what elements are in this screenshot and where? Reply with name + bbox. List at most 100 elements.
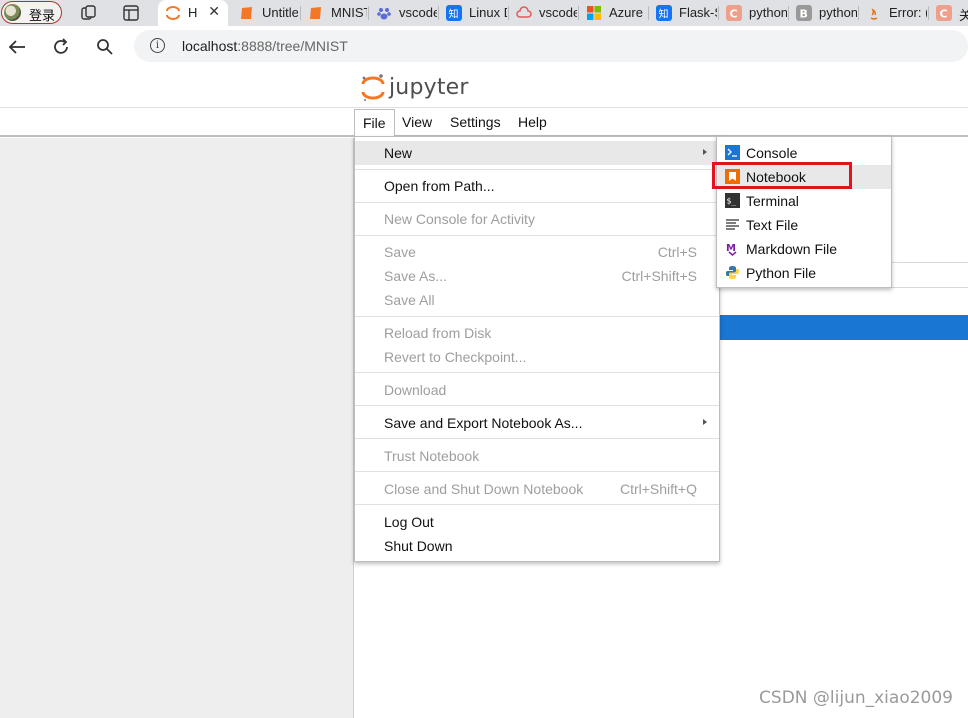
svg-text:知: 知: [659, 8, 669, 21]
menu-item-trust-notebook[interactable]: Trust Notebook: [355, 444, 719, 468]
terminal-icon: $_: [725, 193, 740, 208]
tab-item[interactable]: B python: [789, 0, 857, 26]
tab-item[interactable]: 知 Flask-S: [649, 0, 717, 26]
annotation-highlight-box: [712, 162, 852, 189]
back-arrow-icon[interactable]: [7, 37, 27, 57]
menu-item-save-export[interactable]: Save and Export Notebook As...: [355, 411, 719, 435]
tab-actions-icon[interactable]: [122, 4, 140, 22]
menu-item-new[interactable]: New: [355, 141, 719, 165]
tab-item[interactable]: C 关: [929, 0, 968, 26]
tab-item[interactable]: vscode: [509, 0, 577, 26]
tab-item[interactable]: Azure: [579, 0, 647, 26]
tab-item[interactable]: C python: [719, 0, 787, 26]
url-host: localhost: [182, 38, 238, 54]
tab-title: vscode: [539, 5, 577, 20]
menu-item-save-as[interactable]: Save As... Ctrl+Shift+S: [355, 264, 719, 288]
tab-title: vscode: [399, 5, 437, 20]
menu-item-label: Terminal: [746, 193, 799, 209]
cloud-icon: [516, 5, 532, 21]
browser-tab-bar: 登录 H ✕ Untitle MNIST vscode 知 Linux D vs…: [0, 0, 968, 26]
tab-item[interactable]: vscode: [369, 0, 437, 26]
text-file-icon: [725, 217, 740, 232]
workspaces-icon[interactable]: [80, 4, 98, 22]
close-tab-icon[interactable]: ✕: [208, 3, 220, 20]
left-panel: [0, 138, 354, 718]
browser-toolbar: i localhost:8888/tree/MNIST: [0, 26, 968, 68]
svg-text:C: C: [730, 8, 738, 21]
microsoft-icon: [586, 5, 602, 21]
jupyter-logo[interactable]: jupyter: [360, 73, 470, 103]
profile-label: 登录: [29, 9, 56, 24]
python-icon: [725, 265, 740, 280]
search-icon[interactable]: [95, 37, 115, 57]
menu-item-new-console[interactable]: New Console for Activity: [355, 207, 719, 231]
menu-separator: [355, 405, 719, 406]
svg-text:C: C: [940, 8, 948, 21]
tab-jupyter-home[interactable]: H ✕: [158, 0, 228, 26]
submenu-arrow-icon: [703, 419, 707, 425]
menu-item-terminal[interactable]: $_ Terminal: [717, 189, 891, 213]
menu-item-open-from-path[interactable]: Open from Path...: [355, 174, 719, 198]
tab-title: Flask-S: [679, 5, 717, 20]
selected-file-row[interactable]: [719, 315, 968, 340]
menu-settings[interactable]: Settings: [442, 109, 509, 137]
java-icon: [866, 5, 882, 21]
tab-title: 关: [959, 8, 968, 23]
menu-item-download[interactable]: Download: [355, 378, 719, 402]
csdn-icon: C: [726, 5, 742, 21]
menu-item-save-all[interactable]: Save All: [355, 288, 719, 312]
blog-icon: B: [796, 5, 812, 21]
zhihu-icon: 知: [656, 5, 672, 21]
jupyter-logo-text: jupyter: [389, 75, 469, 100]
menu-item-label: Text File: [746, 217, 799, 233]
svg-text:知: 知: [449, 8, 459, 21]
menu-separator: [355, 169, 719, 170]
menu-file[interactable]: File: [354, 109, 395, 137]
menu-item-text-file[interactable]: Text File: [717, 213, 891, 237]
tab-title: Untitle: [262, 5, 298, 20]
info-icon[interactable]: i: [150, 38, 165, 53]
tab-item[interactable]: MNIST: [301, 0, 367, 26]
menu-item-python-file[interactable]: Python File: [717, 261, 891, 285]
tab-item[interactable]: Untitle: [232, 0, 298, 26]
menu-separator: [355, 235, 719, 236]
menu-item-label: New: [384, 145, 413, 161]
menu-item-label: Log Out: [384, 514, 434, 530]
tab-title: H: [188, 5, 198, 20]
tab-item[interactable]: Error: (: [859, 0, 927, 26]
tab-title: python: [819, 5, 857, 20]
jupyter-notebook-icon: [308, 5, 324, 21]
menu-item-label: Trust Notebook: [384, 448, 480, 464]
tab-title: MNIST: [331, 5, 367, 20]
menu-item-close-shutdown[interactable]: Close and Shut Down Notebook Ctrl+Shift+…: [355, 477, 719, 501]
menu-item-reload[interactable]: Reload from Disk: [355, 321, 719, 345]
menu-item-label: Close and Shut Down Notebook: [384, 481, 584, 497]
address-bar[interactable]: i localhost:8888/tree/MNIST: [134, 30, 968, 62]
profile-button[interactable]: 登录: [1, 1, 62, 24]
menu-item-label: Shut Down: [384, 538, 453, 554]
svg-text:$_: $_: [727, 197, 737, 206]
refresh-icon[interactable]: [51, 37, 71, 57]
jupyter-notebook-icon: [239, 5, 255, 21]
jupyter-menubar: File View Settings Help: [0, 109, 968, 137]
menu-separator: [355, 372, 719, 373]
menu-item-shutdown[interactable]: Shut Down: [355, 534, 719, 558]
url-text[interactable]: localhost:8888/tree/MNIST: [182, 38, 348, 54]
menu-help[interactable]: Help: [510, 109, 555, 137]
menu-item-revert[interactable]: Revert to Checkpoint...: [355, 345, 719, 369]
markdown-icon: M: [725, 241, 740, 256]
shortcut-label: Ctrl+Shift+Q: [619, 481, 697, 497]
menu-item-label: Console: [746, 145, 798, 161]
jupyter-logo-icon: [361, 74, 385, 102]
tab-title: Error: (: [889, 5, 927, 20]
zhihu-icon: 知: [446, 5, 462, 21]
menu-item-label: Save As...: [384, 268, 448, 284]
menu-view[interactable]: View: [394, 109, 440, 137]
tab-item[interactable]: 知 Linux D: [439, 0, 507, 26]
svg-text:B: B: [800, 8, 808, 21]
url-path: :8888/tree/MNIST: [237, 38, 348, 54]
menu-item-label: Markdown File: [746, 241, 838, 257]
menu-item-markdown-file[interactable]: M Markdown File: [717, 237, 891, 261]
menu-item-logout[interactable]: Log Out: [355, 510, 719, 534]
menu-item-save[interactable]: Save Ctrl+S: [355, 240, 719, 264]
